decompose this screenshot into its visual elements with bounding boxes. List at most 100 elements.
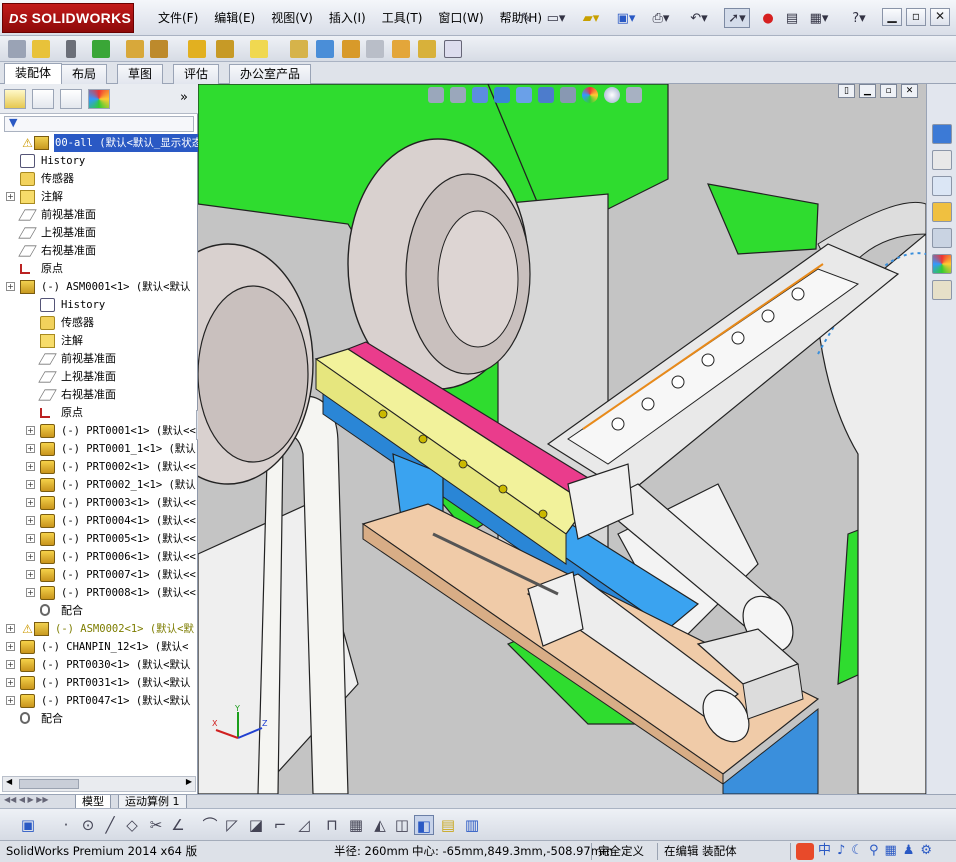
expand-toggle-icon[interactable]: + bbox=[26, 444, 35, 453]
tree-item[interactable]: 传感器 bbox=[0, 170, 198, 188]
apply-scene-icon[interactable] bbox=[604, 87, 620, 103]
tree-item[interactable]: + (-) PRT0005<1> (默认<< bbox=[0, 530, 198, 548]
expand-toggle-icon[interactable]: + bbox=[6, 624, 15, 633]
3d-box-icon[interactable]: ◫ bbox=[392, 815, 412, 835]
line-icon[interactable]: ╱ bbox=[100, 815, 120, 835]
expand-toggle-icon[interactable]: + bbox=[26, 498, 35, 507]
scroll-right-icon[interactable]: ▶ bbox=[186, 777, 192, 786]
menu-tools[interactable]: 工具(T) bbox=[374, 0, 431, 36]
open-icon[interactable]: ▰▾ bbox=[578, 8, 604, 28]
minimize-icon[interactable]: ▁ bbox=[882, 8, 902, 26]
filter-icon[interactable]: ▼ bbox=[9, 116, 17, 129]
tree-item[interactable]: + (-) PRT0003<1> (默认<< bbox=[0, 494, 198, 512]
smart-dimension-icon[interactable]: ⊓ bbox=[322, 815, 342, 835]
undo-icon[interactable]: ↶▾ bbox=[686, 8, 712, 28]
trim-icon[interactable]: ✂ bbox=[146, 815, 166, 835]
smart-fasteners-icon[interactable] bbox=[126, 40, 144, 58]
options-icon[interactable]: ▦▾ bbox=[806, 8, 832, 28]
expand-toggle-icon[interactable]: + bbox=[6, 678, 15, 687]
menu-insert[interactable]: 插入(I) bbox=[321, 0, 374, 36]
tree-item[interactable]: 上视基准面 bbox=[0, 224, 198, 242]
explode-line-icon[interactable] bbox=[366, 40, 384, 58]
scroll-left-icon[interactable]: ◀ bbox=[6, 777, 12, 786]
tree-item[interactable]: 注解 bbox=[0, 332, 198, 350]
chamfer-icon[interactable]: ◸ bbox=[222, 815, 242, 835]
tab-evaluate[interactable]: 评估 bbox=[173, 64, 220, 84]
pin-icon[interactable]: ✎ bbox=[516, 8, 536, 28]
tree-item[interactable]: 配合 bbox=[0, 710, 198, 728]
configuration-manager-tab-icon[interactable] bbox=[60, 89, 82, 109]
scroll-thumb[interactable] bbox=[19, 779, 79, 789]
split-view-icon[interactable]: ▯ bbox=[838, 84, 855, 98]
home-icon[interactable] bbox=[932, 150, 952, 170]
display-style-icon[interactable] bbox=[538, 87, 554, 103]
tab-nav-icon[interactable]: ◀◀ ◀ ▶ ▶▶ bbox=[4, 795, 49, 804]
assembly-features-icon[interactable] bbox=[216, 40, 234, 58]
appearances-icon[interactable] bbox=[932, 254, 952, 274]
menu-view[interactable]: 视图(V) bbox=[263, 0, 321, 36]
file-explorer-icon[interactable] bbox=[932, 202, 952, 222]
tree-item[interactable]: + (-) PRT0008<1> (默认<< bbox=[0, 584, 198, 602]
tree-item[interactable]: + (-) PRT0002<1> (默认<< bbox=[0, 458, 198, 476]
tab-motion-study-1[interactable]: 运动算例 1 bbox=[118, 795, 187, 809]
feature-tree-tab-icon[interactable] bbox=[4, 89, 26, 109]
expand-toggle-icon[interactable]: + bbox=[6, 696, 15, 705]
fillet-icon[interactable]: ⌒ bbox=[200, 815, 220, 835]
property-manager-tab-icon[interactable] bbox=[32, 89, 54, 109]
tab-layout[interactable]: 布局 bbox=[61, 64, 108, 84]
offset-icon[interactable]: ∠ bbox=[168, 815, 188, 835]
relations-icon[interactable]: ◭ bbox=[370, 815, 390, 835]
tab-assembly[interactable]: 装配体 bbox=[4, 63, 63, 84]
solidworks-resources-icon[interactable] bbox=[932, 124, 952, 144]
point-icon[interactable]: · bbox=[56, 815, 76, 835]
expand-toggle-icon[interactable]: + bbox=[6, 642, 15, 651]
expand-toggle-icon[interactable]: + bbox=[26, 516, 35, 525]
section-view-icon[interactable] bbox=[494, 87, 510, 103]
zoom-to-fit-icon[interactable] bbox=[428, 87, 444, 103]
snapshot-icon[interactable] bbox=[444, 40, 462, 58]
reference-geometry-icon[interactable] bbox=[250, 40, 268, 58]
custom-properties-icon[interactable] bbox=[932, 280, 952, 300]
edit-appearance-icon[interactable] bbox=[582, 87, 598, 103]
previous-view-icon[interactable] bbox=[472, 87, 488, 103]
design-library-icon[interactable] bbox=[932, 176, 952, 196]
tree-item[interactable]: 配合 bbox=[0, 602, 198, 620]
file-properties-icon[interactable]: ▤ bbox=[782, 8, 802, 28]
feature-tree-scrollbar[interactable]: ◀ ▶ bbox=[2, 776, 196, 792]
print-icon[interactable]: ⎙▾ bbox=[648, 8, 674, 28]
tab-sketch[interactable]: 草图 bbox=[117, 64, 164, 84]
select-icon[interactable]: ➚▾ bbox=[724, 8, 750, 28]
save-small-icon[interactable]: ▣ bbox=[18, 815, 38, 835]
viewport-minimize-icon[interactable]: ▁ bbox=[859, 84, 876, 98]
tree-item[interactable]: + (-) PRT0004<1> (默认<< bbox=[0, 512, 198, 530]
expand-toggle-icon[interactable]: + bbox=[26, 426, 35, 435]
display-manager-tab-icon[interactable] bbox=[88, 89, 110, 109]
new-part-icon[interactable] bbox=[32, 40, 50, 58]
insert-component-icon[interactable] bbox=[8, 40, 26, 58]
tree-item[interactable]: 传感器 bbox=[0, 314, 198, 332]
expand-toggle-icon[interactable]: + bbox=[6, 192, 15, 201]
convert-entities-icon[interactable]: ⌐ bbox=[270, 815, 290, 835]
tree-item[interactable]: 上视基准面 bbox=[0, 368, 198, 386]
tree-item[interactable]: + ⚠ (-) ASM0002<1> (默认<默 bbox=[0, 620, 198, 638]
expand-toggle-icon[interactable]: + bbox=[26, 480, 35, 489]
tree-item[interactable]: + (-) PRT0002_1<1> (默认 bbox=[0, 476, 198, 494]
graphics-area[interactable]: ▯ ▁ ▫ ✕ X Y Z bbox=[198, 84, 926, 794]
table-icon[interactable]: ▥ bbox=[462, 815, 482, 835]
help-icon[interactable]: ?▾ bbox=[846, 8, 872, 28]
save-icon[interactable]: ▣▾ bbox=[613, 8, 639, 28]
exploded-view-icon[interactable] bbox=[342, 40, 360, 58]
instant3d-icon[interactable] bbox=[418, 40, 436, 58]
view-settings-icon[interactable] bbox=[626, 87, 642, 103]
viewport-close-icon[interactable]: ✕ bbox=[901, 84, 918, 98]
tree-item[interactable]: History bbox=[0, 296, 198, 314]
expand-toggle-icon[interactable]: + bbox=[26, 588, 35, 597]
view-orientation-icon[interactable] bbox=[516, 87, 532, 103]
expand-toggle-icon[interactable]: + bbox=[6, 660, 15, 669]
tree-filter[interactable]: ▼ bbox=[4, 116, 194, 132]
tree-item[interactable]: 前视基准面 bbox=[0, 206, 198, 224]
viewport-restore-icon[interactable]: ▫ bbox=[880, 84, 897, 98]
tree-item[interactable]: + 注解 bbox=[0, 188, 198, 206]
tree-item[interactable]: + (-) ASM0001<1> (默认<默认 bbox=[0, 278, 198, 296]
move-component-icon[interactable] bbox=[150, 40, 168, 58]
